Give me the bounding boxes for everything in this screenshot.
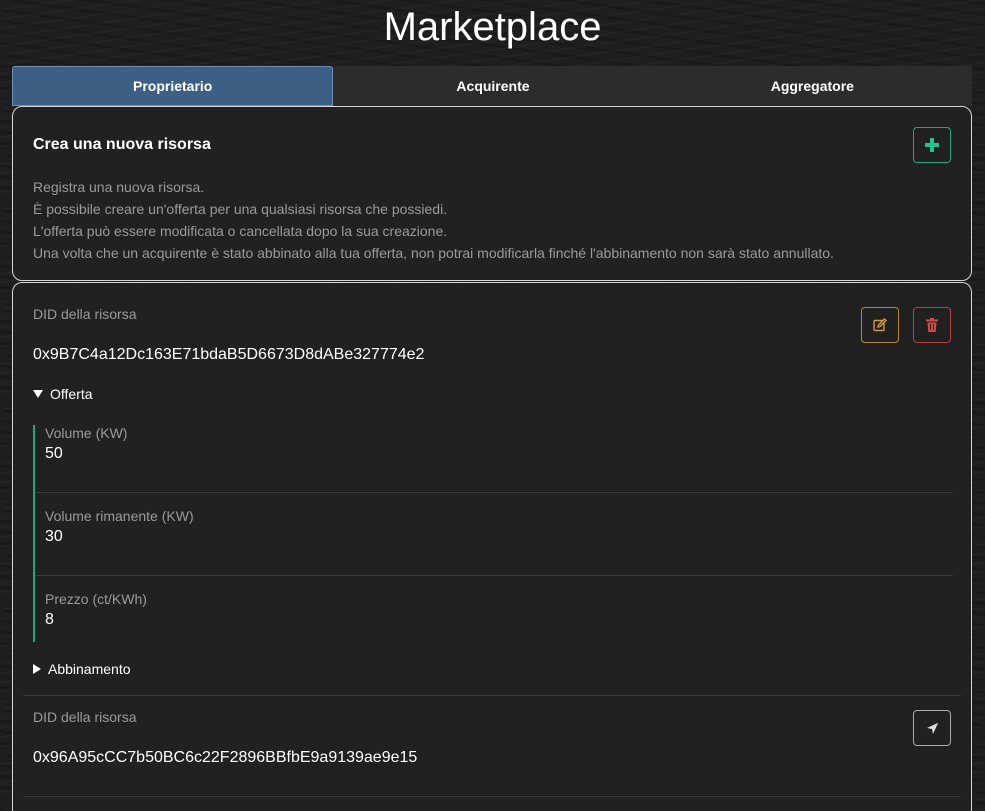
resource-did-value: 0x9B7C4a12Dc163E71bdaB5D6673D8dABe327774… xyxy=(33,346,425,363)
offer-row-volume: Volume (KW) 50 xyxy=(35,425,953,508)
resource-did-label: DID della risorsa xyxy=(33,306,137,322)
send-icon xyxy=(926,722,938,734)
caret-down-icon xyxy=(33,390,43,398)
divider xyxy=(35,575,953,576)
description-line: Una volta che un acquirente è stato abbi… xyxy=(33,245,834,261)
divider xyxy=(35,492,953,493)
edit-icon xyxy=(873,318,887,332)
edit-offer-button[interactable] xyxy=(861,307,899,343)
tab-bar: Proprietario Acquirente Aggregatore xyxy=(12,66,972,106)
match-toggle[interactable]: Abbinamento xyxy=(33,661,131,677)
tab-aggregatore[interactable]: Aggregatore xyxy=(653,66,972,106)
description-line: È possibile creare un'offerta per una qu… xyxy=(33,201,448,217)
resource-list-card: DID della risorsa 0x9B7C4a12Dc163E71bdaB… xyxy=(12,282,972,811)
make-offer-button[interactable] xyxy=(913,710,951,746)
offer-remaining-value: 30 xyxy=(45,528,63,545)
offer-details: Volume (KW) 50 Volume rimanente (KW) 30 … xyxy=(33,425,953,642)
offer-row-price: Prezzo (ct/KWh) 8 xyxy=(35,591,953,674)
trash-icon xyxy=(926,318,938,332)
match-toggle-label: Abbinamento xyxy=(48,661,131,677)
tab-acquirente[interactable]: Acquirente xyxy=(333,66,652,106)
resource-did-value: 0x96A95cCC7b50BC6c22F2896BBfbE9a9139ae9e… xyxy=(33,749,418,766)
offer-row-remaining: Volume rimanente (KW) 30 xyxy=(35,508,953,591)
page-title: Marketplace xyxy=(383,5,602,49)
caret-right-icon xyxy=(33,664,41,674)
tab-proprietario[interactable]: Proprietario xyxy=(12,66,334,106)
create-resource-card: Crea una nuova risorsa Registra una nuov… xyxy=(12,106,972,281)
description-line: L'offerta può essere modificata o cancel… xyxy=(33,223,448,239)
offer-volume-value: 50 xyxy=(45,445,63,462)
offer-toggle[interactable]: Offerta xyxy=(33,386,93,402)
offer-price-label: Prezzo (ct/KWh) xyxy=(45,591,147,607)
create-resource-title: Crea una nuova risorsa xyxy=(33,136,211,153)
delete-offer-button[interactable] xyxy=(913,307,951,343)
plus-icon xyxy=(925,138,939,152)
offer-remaining-label: Volume rimanente (KW) xyxy=(45,508,194,524)
offer-toggle-label: Offerta xyxy=(50,386,93,402)
description-line: Registra una nuova risorsa. xyxy=(33,179,205,195)
offer-price-value: 8 xyxy=(45,611,54,628)
divider xyxy=(23,796,961,797)
create-resource-description: Registra una nuova risorsa. È possibile … xyxy=(33,176,834,264)
resource-did-label: DID della risorsa xyxy=(33,709,137,725)
offer-volume-label: Volume (KW) xyxy=(45,425,128,441)
add-resource-button[interactable] xyxy=(913,127,951,163)
divider xyxy=(23,695,961,696)
